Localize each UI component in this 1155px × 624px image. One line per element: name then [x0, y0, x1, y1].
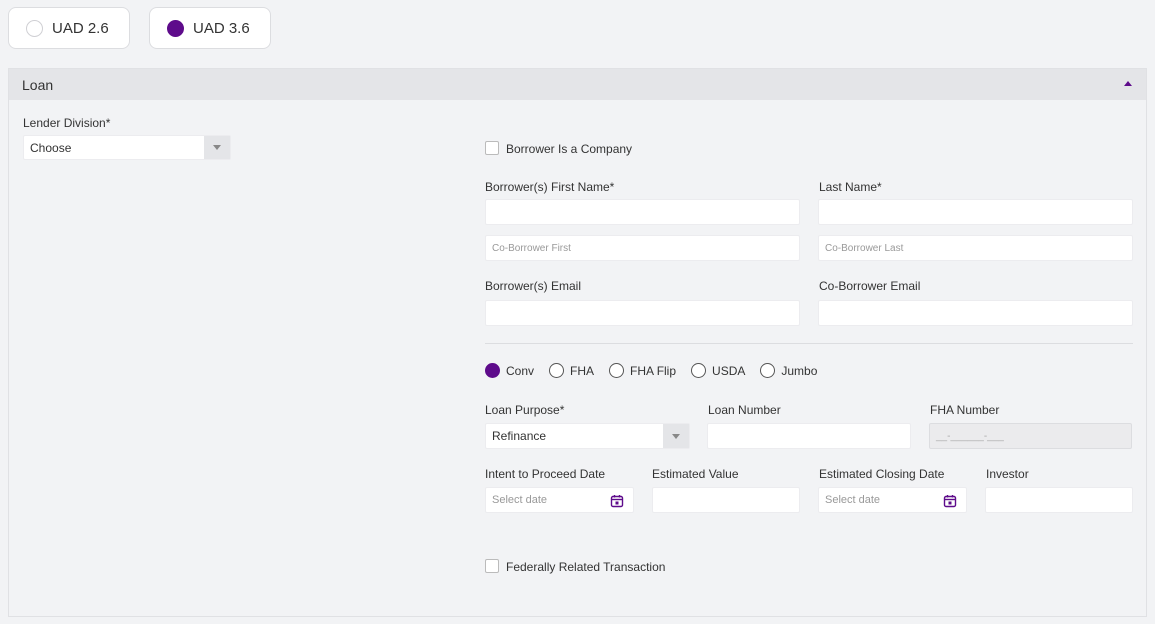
- dropdown-arrow-icon: [663, 424, 689, 448]
- coborrower-first-input[interactable]: Co-Borrower First: [485, 235, 800, 261]
- radio-unselected-icon: [609, 363, 625, 378]
- coborrower-first-placeholder: Co-Borrower First: [492, 242, 571, 254]
- borrower-first-name-label: Borrower(s) First Name*: [485, 180, 615, 194]
- federally-related-label: Federally Related Transaction: [506, 560, 666, 574]
- loan-type-label: FHA: [570, 363, 595, 378]
- borrower-company-checkbox[interactable]: [485, 141, 499, 155]
- loan-type-conv[interactable]: Conv: [485, 363, 534, 378]
- borrower-company-label: Borrower Is a Company: [506, 142, 633, 156]
- estimated-value-input[interactable]: [652, 487, 800, 513]
- borrower-first-name-input[interactable]: [485, 199, 800, 225]
- last-name-label: Last Name*: [819, 180, 882, 194]
- fha-number-placeholder: __-______-___: [936, 430, 1004, 442]
- loan-purpose-value: Refinance: [492, 429, 547, 443]
- lender-division-select[interactable]: Choose: [23, 135, 231, 160]
- collapse-caret-icon[interactable]: [1124, 81, 1132, 86]
- loan-type-label: FHA Flip: [630, 363, 677, 378]
- loan-type-label: Jumbo: [781, 363, 818, 378]
- federally-related-checkbox[interactable]: [485, 559, 499, 573]
- calendar-icon[interactable]: [610, 494, 624, 508]
- intent-date-input[interactable]: Select date: [485, 487, 634, 513]
- radio-unselected-icon: [691, 363, 707, 378]
- uad-3-6-button[interactable]: UAD 3.6: [149, 7, 271, 49]
- loan-type-label: USDA: [712, 363, 746, 378]
- lender-division-value: Choose: [30, 140, 72, 155]
- uad-2-6-button[interactable]: UAD 2.6: [8, 7, 130, 49]
- section-title: Loan: [22, 76, 54, 93]
- investor-label: Investor: [986, 467, 1029, 481]
- radio-selected-icon: [485, 363, 500, 378]
- closing-date-label: Estimated Closing Date: [819, 467, 945, 481]
- intent-date-placeholder: Select date: [492, 494, 548, 506]
- investor-input[interactable]: [985, 487, 1133, 513]
- coborrower-email-label: Co-Borrower Email: [819, 279, 921, 293]
- coborrower-last-input[interactable]: Co-Borrower Last: [818, 235, 1133, 261]
- loan-purpose-label: Loan Purpose*: [485, 403, 565, 417]
- loan-purpose-select[interactable]: Refinance: [485, 423, 690, 449]
- fha-number-input: __-______-___: [929, 423, 1132, 449]
- borrower-email-label: Borrower(s) Email: [485, 279, 582, 293]
- loan-number-label: Loan Number: [708, 403, 781, 417]
- radio-unselected-icon: [26, 19, 43, 37]
- closing-date-placeholder: Select date: [825, 494, 881, 506]
- coborrower-email-input[interactable]: [818, 300, 1133, 326]
- loan-type-label: Conv: [506, 363, 535, 378]
- loan-type-radio-group: Conv FHA FHA Flip USDA Jumbo: [485, 363, 832, 378]
- loan-type-fha[interactable]: FHA: [549, 363, 594, 378]
- loan-number-input[interactable]: [707, 423, 911, 449]
- uad-3-6-label: UAD 3.6: [193, 19, 250, 37]
- loan-type-usda[interactable]: USDA: [691, 363, 745, 378]
- calendar-icon[interactable]: [943, 494, 957, 508]
- closing-date-input[interactable]: Select date: [818, 487, 967, 513]
- lender-division-label: Lender Division*: [23, 116, 111, 130]
- loan-type-jumbo[interactable]: Jumbo: [760, 363, 817, 378]
- uad-2-6-label: UAD 2.6: [52, 19, 109, 37]
- loan-section: Loan Lender Division* Choose Borrower Is…: [8, 68, 1147, 617]
- coborrower-last-placeholder: Co-Borrower Last: [825, 242, 904, 254]
- intent-date-label: Intent to Proceed Date: [485, 467, 606, 481]
- radio-unselected-icon: [549, 363, 565, 378]
- borrower-email-input[interactable]: [485, 300, 800, 326]
- fha-number-label: FHA Number: [930, 403, 1000, 417]
- estimated-value-label: Estimated Value: [652, 467, 739, 481]
- section-header[interactable]: Loan: [9, 69, 1146, 100]
- divider: [485, 343, 1133, 344]
- last-name-input[interactable]: [818, 199, 1133, 225]
- radio-unselected-icon: [760, 363, 776, 378]
- loan-type-fha-flip[interactable]: FHA Flip: [609, 363, 676, 378]
- radio-selected-icon: [167, 19, 184, 37]
- dropdown-arrow-icon: [204, 136, 230, 159]
